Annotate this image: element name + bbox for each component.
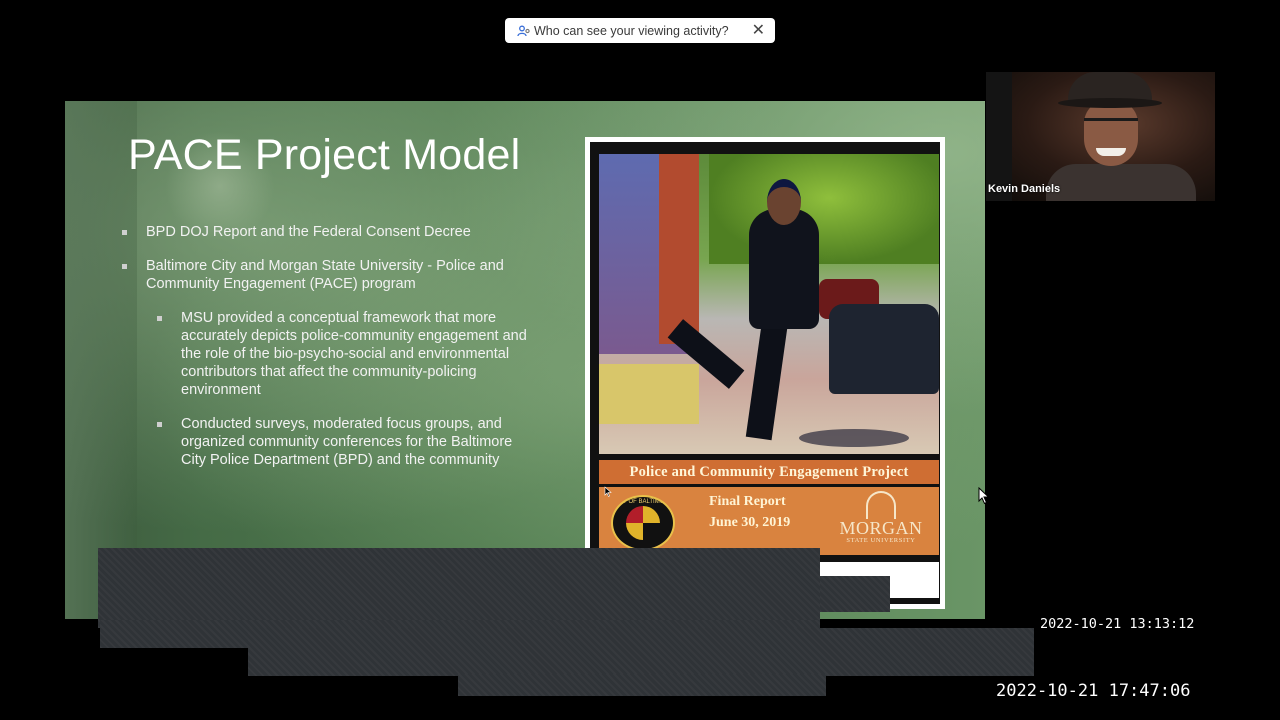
- redaction-block: [458, 674, 826, 696]
- report-lower-panel: CITY OF BALTIMORE Final Report June 30, …: [599, 487, 939, 555]
- close-icon[interactable]: ✕: [752, 22, 765, 39]
- seal-text: CITY OF BALTIMORE: [613, 499, 673, 505]
- redaction-block: [820, 576, 890, 612]
- sub-bullet-item: Conducted surveys, moderated focus group…: [156, 415, 536, 469]
- baltimore-seal-icon: CITY OF BALTIMORE: [611, 495, 675, 551]
- redaction-block: [98, 548, 820, 628]
- slide-bullets: BPD DOJ Report and the Federal Consent D…: [121, 223, 551, 485]
- viewing-activity-text[interactable]: Who can see your viewing activity?: [534, 24, 752, 38]
- sub-bullet-item: MSU provided a conceptual framework that…: [156, 309, 536, 399]
- university-sub: STATE UNIVERSITY: [846, 537, 916, 544]
- participant-name: Kevin Daniels: [988, 183, 1061, 195]
- building-icon: [866, 491, 896, 519]
- mouse-cursor-icon: [978, 487, 990, 505]
- participant-video-tile[interactable]: Kevin Daniels: [986, 72, 1215, 201]
- redaction-block: [248, 628, 1034, 676]
- report-cover-image: Police and Community Engagement Project …: [585, 137, 945, 609]
- timestamp-lower: 2022-10-21 17:47:06: [996, 681, 1191, 701]
- final-report-title: Final Report: [709, 494, 786, 509]
- report-cover-frame: Police and Community Engagement Project …: [590, 142, 940, 604]
- bullet-item: Baltimore City and Morgan State Universi…: [121, 257, 551, 293]
- report-final-label: Final Report June 30, 2019: [709, 491, 790, 533]
- mouse-cursor-icon: [604, 486, 612, 497]
- final-report-date: June 30, 2019: [709, 515, 791, 530]
- police-officer-photo: [599, 154, 939, 454]
- university-name: MORGAN: [839, 518, 923, 538]
- shared-slide: PACE Project Model BPD DOJ Report and th…: [65, 101, 985, 619]
- viewing-activity-notice[interactable]: Who can see your viewing activity? ✕: [505, 18, 775, 43]
- bullet-item: BPD DOJ Report and the Federal Consent D…: [121, 223, 551, 241]
- people-icon: [517, 25, 530, 36]
- slide-title: PACE Project Model: [128, 131, 521, 179]
- morgan-state-logo: MORGAN STATE UNIVERSITY: [831, 487, 931, 553]
- timestamp-upper: 2022-10-21 13:13:12: [1040, 616, 1195, 632]
- report-banner: Police and Community Engagement Project: [599, 460, 939, 484]
